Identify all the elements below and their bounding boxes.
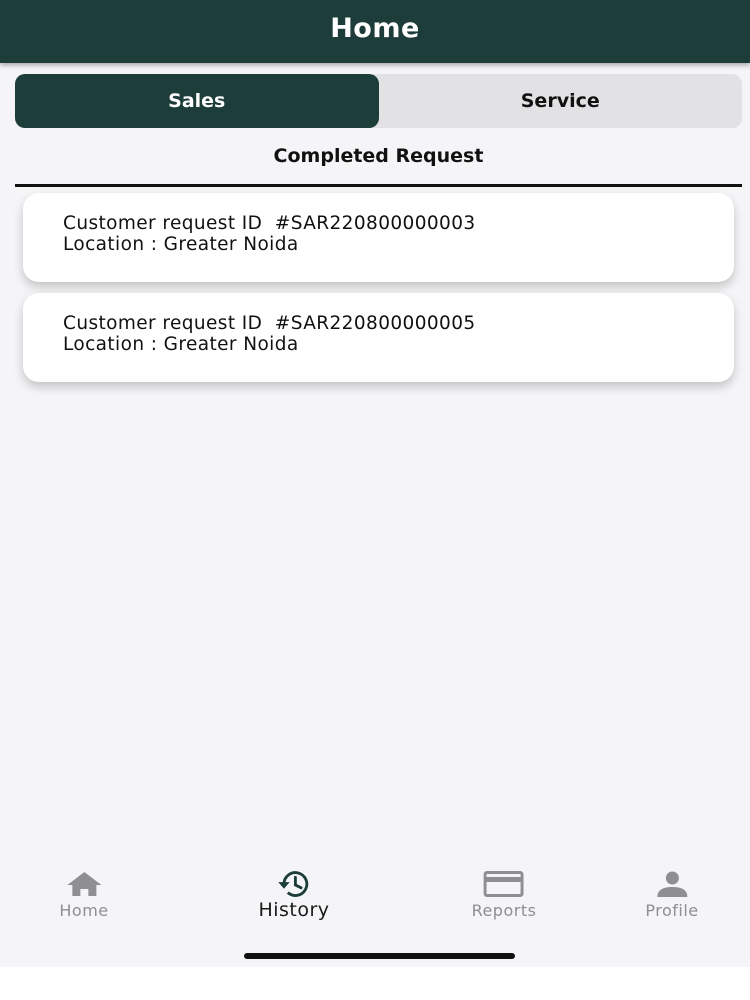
history-icon [274, 869, 314, 899]
segment-sales[interactable]: Sales [15, 74, 379, 128]
tab-profile-label: Profile [645, 901, 699, 920]
segmented-control: Sales Service [15, 74, 742, 128]
request-location-text: Location : Greater Noida [63, 234, 299, 255]
request-card[interactable]: Customer request ID #SAR220800000003 Loc… [23, 193, 734, 282]
request-list: Customer request ID #SAR220800000003 Loc… [23, 193, 734, 393]
home-indicator [244, 953, 515, 959]
app-bar: Home [0, 0, 750, 63]
tab-home-label: Home [59, 901, 109, 920]
tab-history[interactable]: History [258, 869, 329, 921]
request-id-text: Customer request ID #SAR220800000005 [63, 313, 476, 334]
page-title: Home [330, 13, 420, 44]
tab-profile[interactable]: Profile [645, 869, 698, 920]
request-card[interactable]: Customer request ID #SAR220800000005 Loc… [23, 293, 734, 382]
tab-reports-label: Reports [471, 901, 537, 920]
credit-card-icon [484, 869, 524, 899]
bottom-tab-bar: Home History Reports Profile [0, 855, 750, 967]
person-icon [652, 869, 692, 899]
tab-home[interactable]: Home [59, 869, 108, 920]
request-id-text: Customer request ID #SAR220800000003 [63, 213, 476, 234]
home-icon [64, 869, 104, 899]
tab-reports[interactable]: Reports [472, 869, 537, 920]
request-location-text: Location : Greater Noida [63, 334, 299, 355]
bottom-safe-area [0, 967, 750, 1000]
section-title: Completed Request [273, 145, 484, 167]
tab-history-label: History [258, 899, 330, 921]
section-divider [15, 184, 742, 187]
segment-service[interactable]: Service [379, 74, 743, 128]
